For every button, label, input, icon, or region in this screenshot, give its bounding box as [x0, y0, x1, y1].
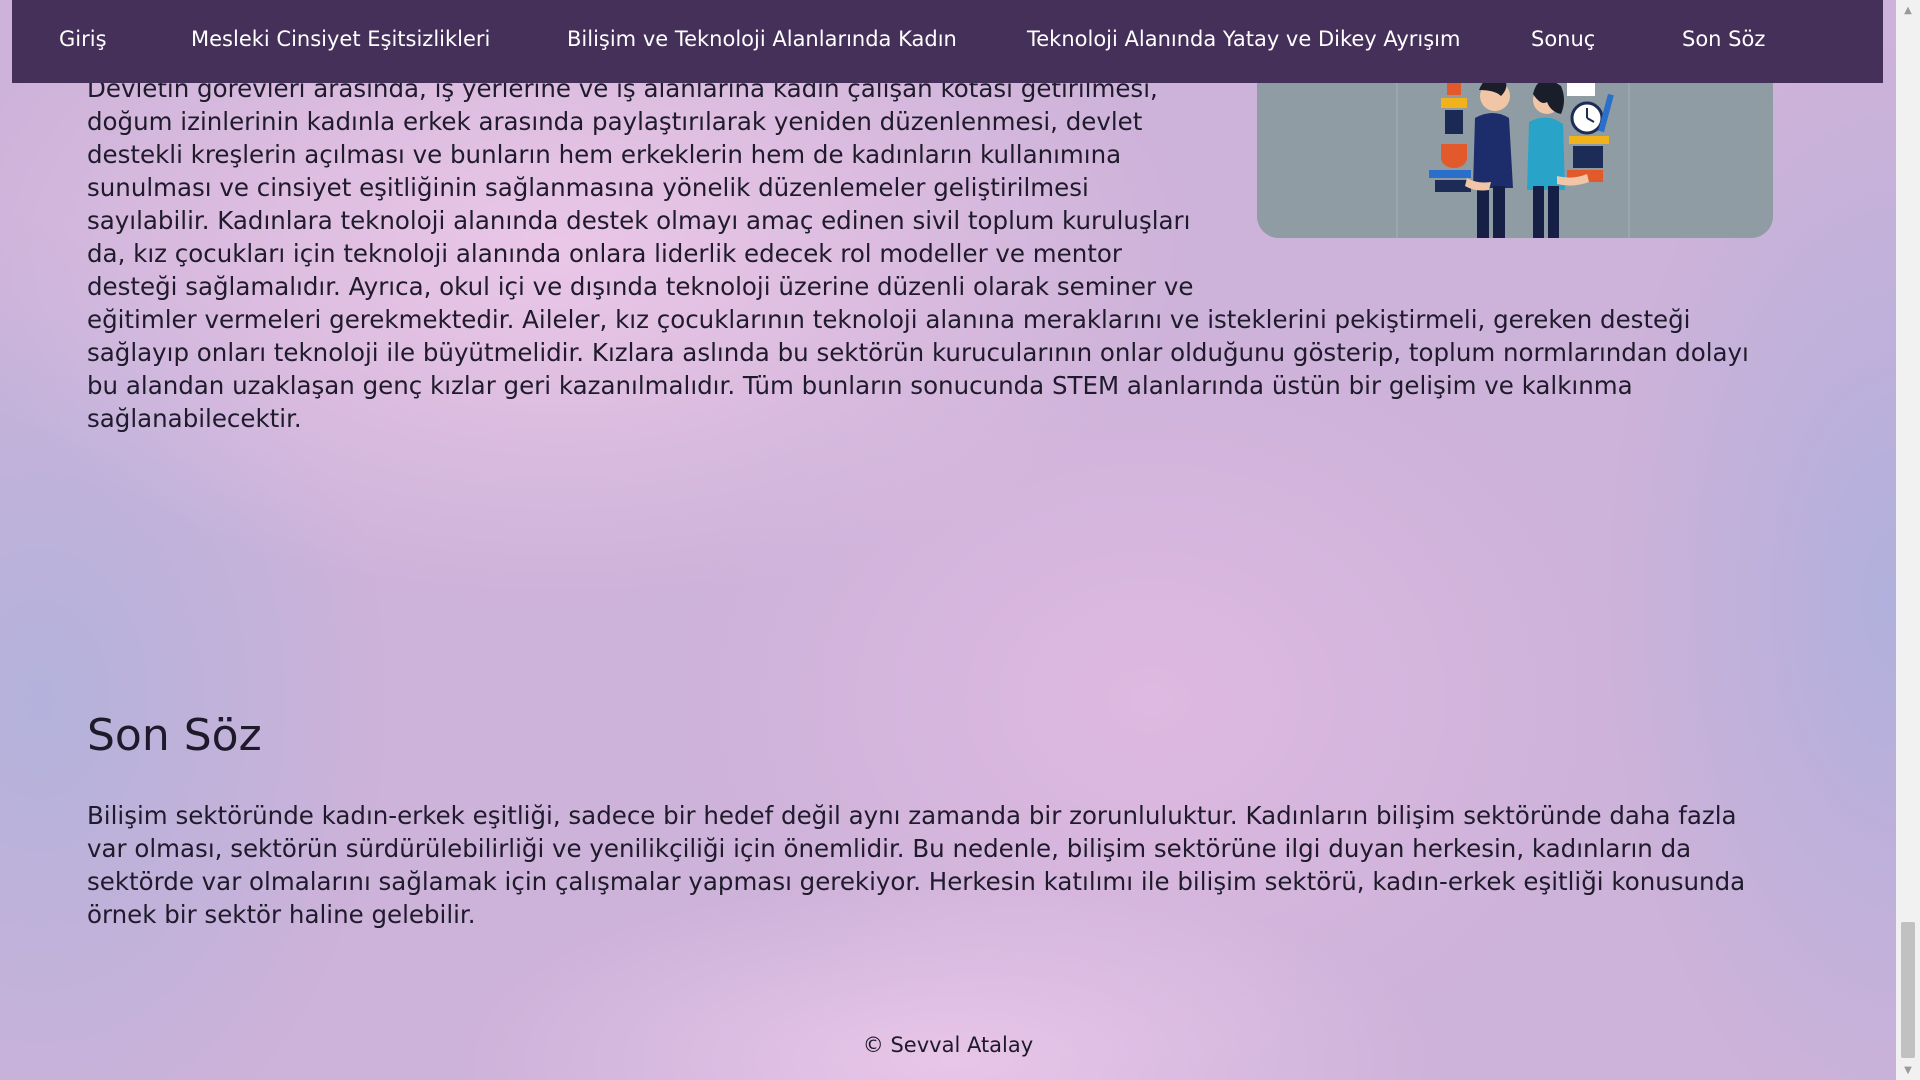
son-soz-line: var olması, sektörün sürdürülebilirliği … — [87, 834, 1692, 863]
son-soz-line: örnek bir sektör haline gelebilir. — [87, 900, 476, 929]
son-soz-paragraph: Bilişim sektöründe kadın-erkek eşitliği,… — [87, 799, 1787, 931]
chevron-down-icon[interactable]: ▼ — [1896, 1060, 1920, 1080]
article-line: da, kız çocukları için teknoloji alanınd… — [87, 239, 1122, 268]
article-line: doğum izinlerinin kadınla erkek arasında… — [87, 107, 1143, 136]
nav-item-giris[interactable]: Giriş — [59, 27, 107, 51]
footer-copyright: © Sevval Atalay — [862, 1033, 1034, 1057]
article-paragraph-narrow: Devletin görevleri arasında, iş yerlerin… — [87, 72, 1217, 303]
article-line: sunulması ve cinsiyet eşitliğinin sağlan… — [87, 173, 1089, 202]
section-heading-son-soz: Son Söz — [87, 710, 262, 761]
son-soz-line: sektörde var olmalarını sağlamak için ça… — [87, 867, 1746, 896]
nav-item-sonuc[interactable]: Sonuç — [1531, 27, 1595, 51]
balance-illustration — [1257, 60, 1773, 238]
article-line: destekli kreşlerin açılması ve bunların … — [87, 140, 1122, 169]
article-line: bu alandan uzaklaşan genç kızlar geri ka… — [87, 371, 1633, 400]
article-paragraph-wide: eğitimler vermeleri gerekmektedir. Ailel… — [87, 303, 1787, 435]
article-line: eğitimler vermeleri gerekmektedir. Ailel… — [87, 305, 1691, 334]
nav-item-son-soz[interactable]: Son Söz — [1682, 27, 1765, 51]
son-soz-line: Bilişim sektöründe kadın-erkek eşitliği,… — [87, 801, 1737, 830]
article-line: sağlayıp onları teknoloji ile büyütmelid… — [87, 338, 1749, 367]
page: Devletin görevleri arasında, iş yerlerin… — [0, 0, 1896, 1080]
chevron-up-icon[interactable]: ▲ — [1896, 0, 1920, 20]
nav-item-yatay-dikey[interactable]: Teknoloji Alanında Yatay ve Dikey Ayrışı… — [1027, 27, 1460, 51]
vertical-scrollbar[interactable]: ▲ ▼ — [1896, 0, 1920, 1080]
top-navbar: Giriş Mesleki Cinsiyet Eşitsizlikleri Bi… — [12, 0, 1883, 83]
nav-item-bilisim-kadin[interactable]: Bilişim ve Teknoloji Alanlarında Kadın — [567, 27, 957, 51]
article-line: sayılabilir. Kadınlara teknoloji alanınd… — [87, 206, 1191, 235]
article-line: desteği sağlamalıdır. Ayrıca, okul içi v… — [87, 272, 1194, 301]
people-balancing-items-image — [1257, 60, 1773, 238]
scrollbar-thumb[interactable] — [1901, 922, 1915, 1058]
nav-item-mesleki-cinsiyet[interactable]: Mesleki Cinsiyet Eşitsizlikleri — [191, 27, 490, 51]
article-line: sağlanabilecektir. — [87, 404, 302, 433]
